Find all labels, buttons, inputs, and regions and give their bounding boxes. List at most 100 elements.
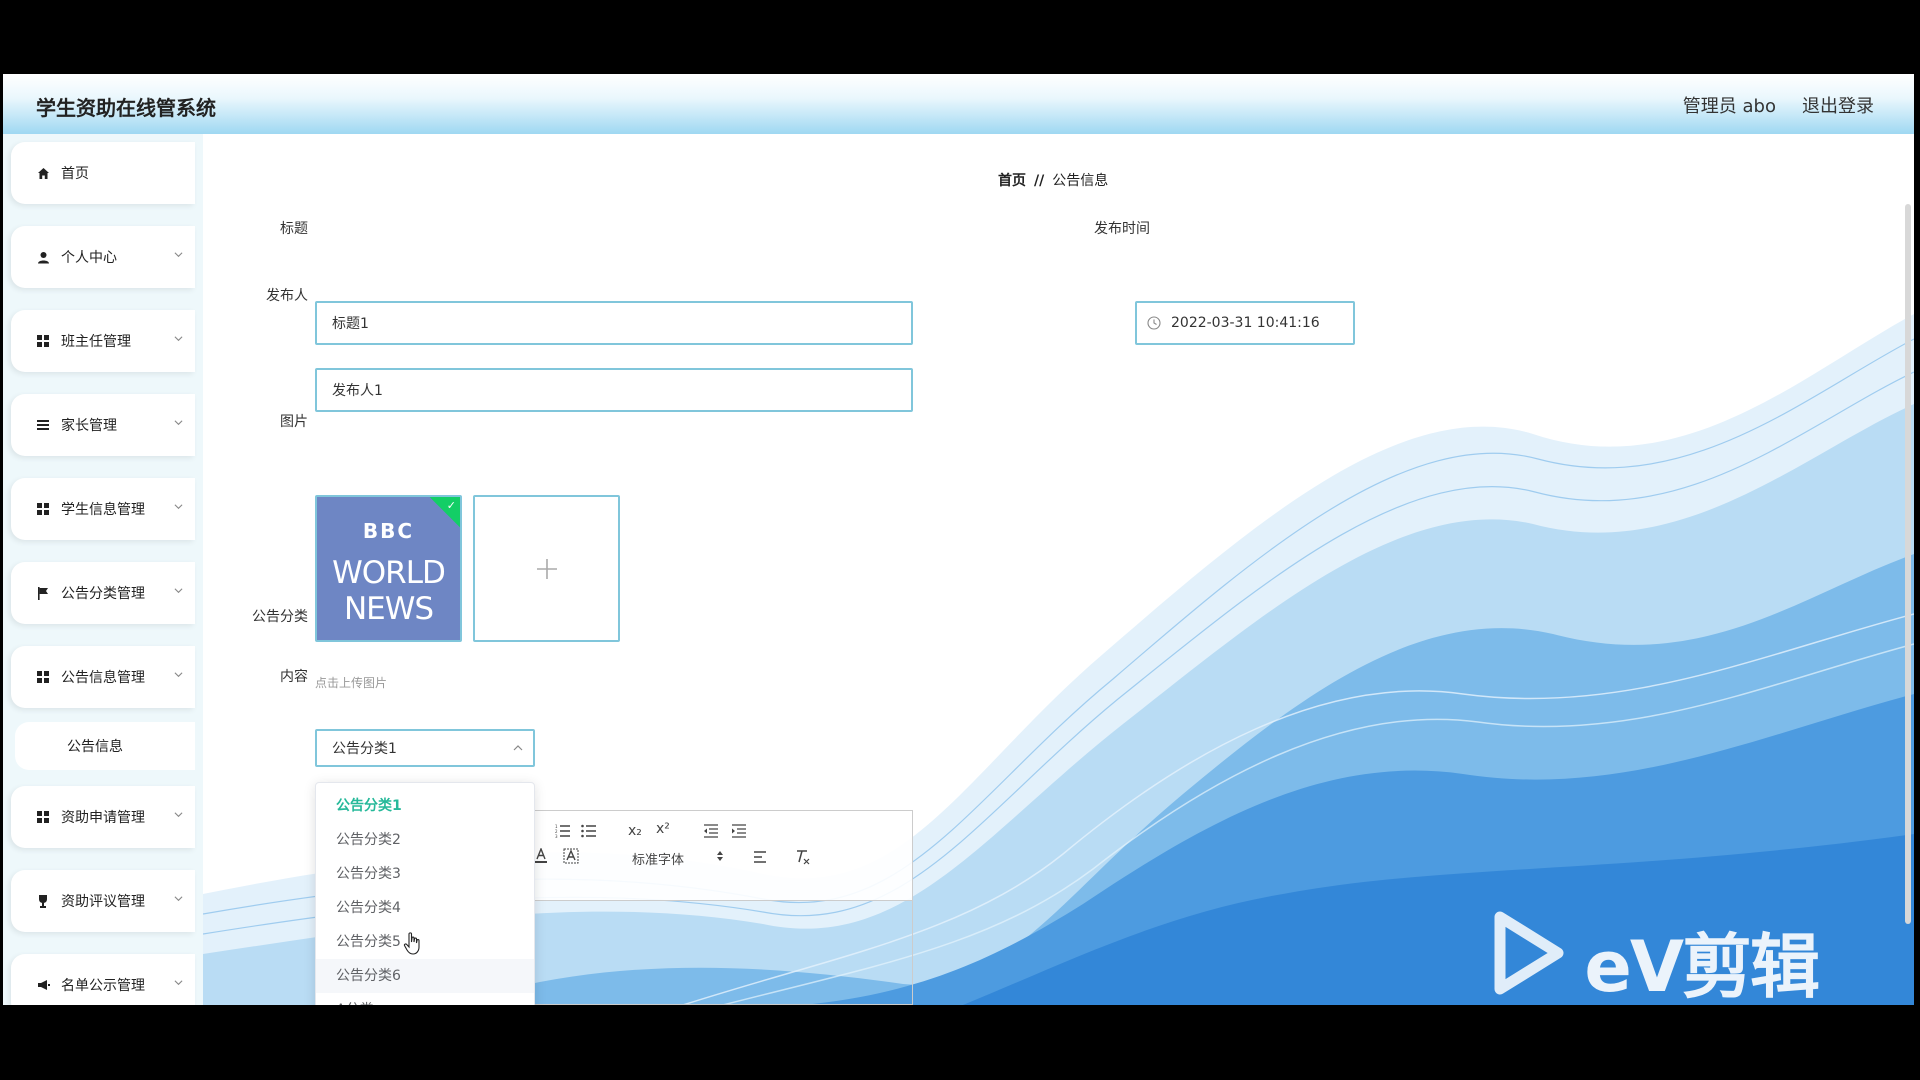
font-color-icon[interactable] xyxy=(534,848,548,864)
breadcrumb-separator: // xyxy=(1034,173,1045,189)
outdent-icon[interactable] xyxy=(703,824,719,838)
grid-icon xyxy=(35,669,51,685)
grid-icon xyxy=(35,809,51,825)
screen: 学生资助在线管系统 管理员 abo 退出登录 首页 个人中心 班主任管理 家长管… xyxy=(0,0,1920,1080)
indent-icon[interactable] xyxy=(731,824,747,838)
plus-icon xyxy=(536,558,557,579)
category-label: 公告分类 xyxy=(252,609,308,625)
sidebar-item-label: 资助评议管理 xyxy=(61,894,145,910)
app-window: 学生资助在线管系统 管理员 abo 退出登录 首页 个人中心 班主任管理 家长管… xyxy=(3,74,1914,1005)
home-icon xyxy=(35,165,51,181)
sidebar-item-notice-info[interactable]: 公告信息管理 xyxy=(11,646,195,708)
main-content: 首页 // 公告信息 标题 标题1 发布时间 2022-03-31 10:41:16… xyxy=(203,134,1914,1005)
publisher-label: 发布人 xyxy=(266,288,308,304)
sidebar-item-student-info[interactable]: 学生信息管理 xyxy=(11,478,195,540)
content-label: 内容 xyxy=(280,669,308,685)
dropdown-option[interactable]: 公告分类6 xyxy=(316,959,534,993)
user-icon xyxy=(35,249,51,265)
sidebar-item-home[interactable]: 首页 xyxy=(11,142,195,204)
title-input[interactable]: 标题1 xyxy=(315,301,913,345)
breadcrumb: 首页 // 公告信息 xyxy=(998,170,1108,190)
dropdown-option[interactable]: 公告分类4 xyxy=(316,891,534,925)
superscript-button[interactable]: x² xyxy=(656,821,670,837)
sidebar-item-label: 公告信息管理 xyxy=(61,670,145,686)
logout-link[interactable]: 退出登录 xyxy=(1802,92,1874,118)
sidebar-item-label: 资助申请管理 xyxy=(61,810,145,826)
sidebar-item-parent-management[interactable]: 家长管理 xyxy=(11,394,195,456)
chevron-down-icon xyxy=(174,588,183,594)
background-color-icon[interactable] xyxy=(563,848,579,864)
category-select[interactable]: 公告分类1 xyxy=(315,729,535,767)
hand-cursor-icon xyxy=(403,932,420,955)
dropdown-option[interactable]: 公告分类1 xyxy=(316,789,534,823)
publish-time-input[interactable]: 2022-03-31 10:41:16 xyxy=(1135,301,1355,345)
uploaded-image-thumbnail[interactable]: BBC WORLD NEWS ✓ xyxy=(315,495,462,642)
trophy-icon xyxy=(35,893,51,909)
sidebar-item-personal-center[interactable]: 个人中心 xyxy=(11,226,195,288)
font-family-select[interactable]: 标准字体 xyxy=(632,849,684,868)
align-icon[interactable] xyxy=(753,851,767,863)
editor-watermark: eV剪辑 xyxy=(1494,911,1820,1005)
chevron-down-icon xyxy=(174,336,183,342)
sidebar-item-label: 名单公示管理 xyxy=(61,978,145,994)
ordered-list-icon[interactable]: 123 xyxy=(555,824,571,838)
chevron-down-icon xyxy=(174,252,183,258)
sidebar-item-label: 个人中心 xyxy=(61,250,117,266)
chevron-down-icon xyxy=(174,896,183,902)
thumbnail-text-news: NEWS xyxy=(343,591,434,627)
svg-text:3: 3 xyxy=(555,834,558,838)
breadcrumb-home[interactable]: 首页 xyxy=(998,173,1026,189)
dropdown-option[interactable]: 公告分类2 xyxy=(316,823,534,857)
sort-arrows-icon xyxy=(717,851,723,861)
chevron-down-icon xyxy=(174,420,183,426)
sidebar-item-notice-category[interactable]: 公告分类管理 xyxy=(11,562,195,624)
grid-icon xyxy=(35,333,51,349)
header-bar: 学生资助在线管系统 管理员 abo 退出登录 xyxy=(3,74,1914,134)
list-icon xyxy=(35,417,51,433)
breadcrumb-current: 公告信息 xyxy=(1052,173,1109,189)
sidebar-item-label: 首页 xyxy=(61,166,89,182)
sidebar-item-teacher-management[interactable]: 班主任管理 xyxy=(11,310,195,372)
play-logo-icon xyxy=(1494,911,1564,995)
sidebar: 首页 个人中心 班主任管理 家长管理 学生信息管理 公告分类管理 公告信息管理 … xyxy=(3,134,203,1005)
dropdown-option[interactable]: 公告分类3 xyxy=(316,857,534,891)
upload-hint: 点击上传图片 xyxy=(315,676,388,690)
publish-time-label: 发布时间 xyxy=(1094,221,1150,237)
megaphone-icon xyxy=(35,977,51,993)
sidebar-subitem-notice-info[interactable]: 公告信息 xyxy=(15,722,195,770)
clear-format-icon[interactable] xyxy=(794,849,810,865)
admin-user-label: 管理员 abo xyxy=(1682,96,1776,117)
sidebar-item-label: 学生信息管理 xyxy=(61,502,145,518)
image-label: 图片 xyxy=(280,414,308,430)
chevron-down-icon xyxy=(174,672,183,678)
dropdown-option[interactable]: A分类 xyxy=(316,993,534,1005)
sidebar-item-label: 家长管理 xyxy=(61,418,117,434)
watermark-text: eV剪辑 xyxy=(1584,926,1820,1005)
chevron-down-icon xyxy=(174,812,183,818)
app-title: 学生资助在线管系统 xyxy=(36,96,216,120)
thumbnail-text-bbc: BBC xyxy=(362,519,415,543)
category-selected-value: 公告分类1 xyxy=(332,741,397,757)
sidebar-item-label: 班主任管理 xyxy=(61,334,131,350)
sidebar-item-aid-review[interactable]: 资助评议管理 xyxy=(11,870,195,932)
chevron-up-icon xyxy=(513,745,523,751)
sidebar-item-aid-application[interactable]: 资助申请管理 xyxy=(11,786,195,848)
title-label: 标题 xyxy=(280,221,308,237)
sidebar-item-list-publicity[interactable]: 名单公示管理 xyxy=(11,954,195,1005)
check-icon: ✓ xyxy=(446,499,456,512)
publisher-input[interactable]: 发布人1 xyxy=(315,368,913,412)
upload-image-button[interactable] xyxy=(473,495,620,642)
chevron-down-icon xyxy=(174,504,183,510)
category-dropdown: 公告分类1 公告分类2 公告分类3 公告分类4 公告分类5 公告分类6 A分类 xyxy=(315,782,535,1005)
flag-icon xyxy=(35,585,51,601)
thumbnail-text-world: WORLD xyxy=(332,555,446,591)
subscript-button[interactable]: x₂ xyxy=(628,823,642,839)
bullet-list-icon[interactable] xyxy=(581,824,597,838)
publish-time-value: 2022-03-31 10:41:16 xyxy=(1171,315,1320,331)
chevron-down-icon xyxy=(174,980,183,986)
dropdown-option[interactable]: 公告分类5 xyxy=(316,925,534,959)
clock-icon xyxy=(1147,316,1161,330)
sidebar-item-label: 公告分类管理 xyxy=(61,586,145,602)
grid-icon xyxy=(35,501,51,517)
vertical-scrollbar[interactable] xyxy=(1905,204,1911,924)
